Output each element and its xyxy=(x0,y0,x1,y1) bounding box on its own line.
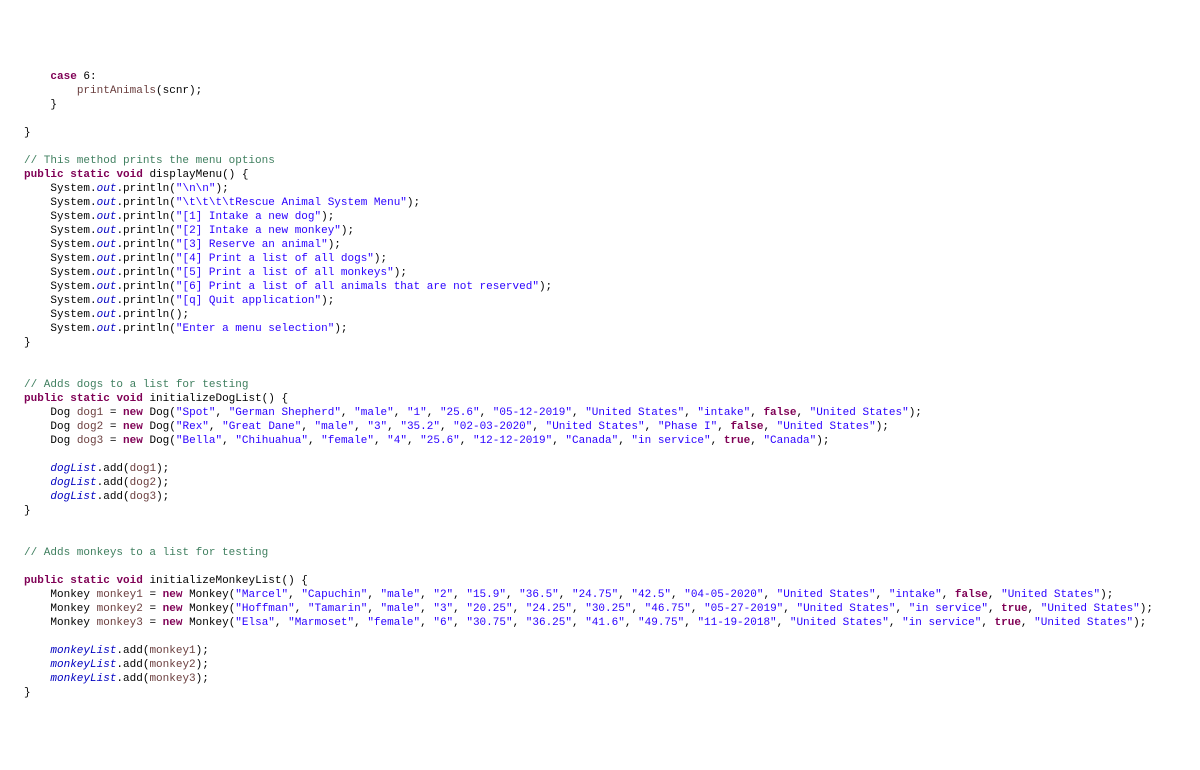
code-line: } xyxy=(24,337,31,349)
method-name: initializeDogList xyxy=(149,393,261,405)
keyword-void: void xyxy=(116,169,142,181)
code-line: dogList.add(dog3); xyxy=(24,491,169,503)
code-line: Monkey monkey3 = new Monkey("Elsa", "Mar… xyxy=(24,617,1146,629)
code-line: public static void initializeDogList() { xyxy=(24,393,288,405)
keyword-static: static xyxy=(70,169,110,181)
method-name: displayMenu xyxy=(149,169,222,181)
code-line: dogList.add(dog2); xyxy=(24,477,169,489)
code-line: System.out.println("\n\n"); xyxy=(24,183,229,195)
code-line: printAnimals(scnr); xyxy=(24,85,202,97)
code-line: Dog dog1 = new Dog("Spot", "German Sheph… xyxy=(24,407,922,419)
code-line: System.out.println("[6] Print a list of … xyxy=(24,281,552,293)
code-editor: case 6: printAnimals(scnr); } } // This … xyxy=(0,56,1200,700)
code-line: System.out.println("[1] Intake a new dog… xyxy=(24,211,334,223)
code-line: Dog dog2 = new Dog("Rex", "Great Dane", … xyxy=(24,421,889,433)
code-line: System.out.println("[3] Reserve an anima… xyxy=(24,239,341,251)
code-line: monkeyList.add(monkey2); xyxy=(24,659,209,671)
code-line: System.out.println("\t\t\t\tRescue Anima… xyxy=(24,197,420,209)
code-line: System.out.println("[5] Print a list of … xyxy=(24,267,407,279)
code-line: case 6: xyxy=(24,71,97,83)
keyword-case: case xyxy=(50,71,76,83)
code-line: System.out.println("[4] Print a list of … xyxy=(24,253,387,265)
code-line: monkeyList.add(monkey1); xyxy=(24,645,209,657)
method-call: printAnimals xyxy=(77,85,156,97)
keyword-public: public xyxy=(24,169,64,181)
code-line: public static void displayMenu() { xyxy=(24,169,248,181)
code-line: monkeyList.add(monkey3); xyxy=(24,673,209,685)
code-line: } xyxy=(24,505,31,517)
code-line: System.out.println("[q] Quit application… xyxy=(24,295,334,307)
comment-monkeys: // Adds monkeys to a list for testing xyxy=(24,547,268,559)
code-line: Dog dog3 = new Dog("Bella", "Chihuahua",… xyxy=(24,435,829,447)
code-line: } xyxy=(24,687,31,699)
comment-menu: // This method prints the menu options xyxy=(24,155,275,167)
colon: : xyxy=(90,71,97,83)
code-line: System.out.println("Enter a menu selecti… xyxy=(24,323,348,335)
comment-dogs: // Adds dogs to a list for testing xyxy=(24,379,248,391)
code-line: } xyxy=(24,99,57,111)
code-line: public static void initializeMonkeyList(… xyxy=(24,575,308,587)
code-line: } xyxy=(24,127,31,139)
code-line: System.out.println(); xyxy=(24,309,189,321)
code-line: dogList.add(dog1); xyxy=(24,463,169,475)
code-line: Monkey monkey2 = new Monkey("Hoffman", "… xyxy=(24,603,1153,615)
code-line: System.out.println("[2] Intake a new mon… xyxy=(24,225,354,237)
code-line: Monkey monkey1 = new Monkey("Marcel", "C… xyxy=(24,589,1113,601)
method-name: initializeMonkeyList xyxy=(149,575,281,587)
